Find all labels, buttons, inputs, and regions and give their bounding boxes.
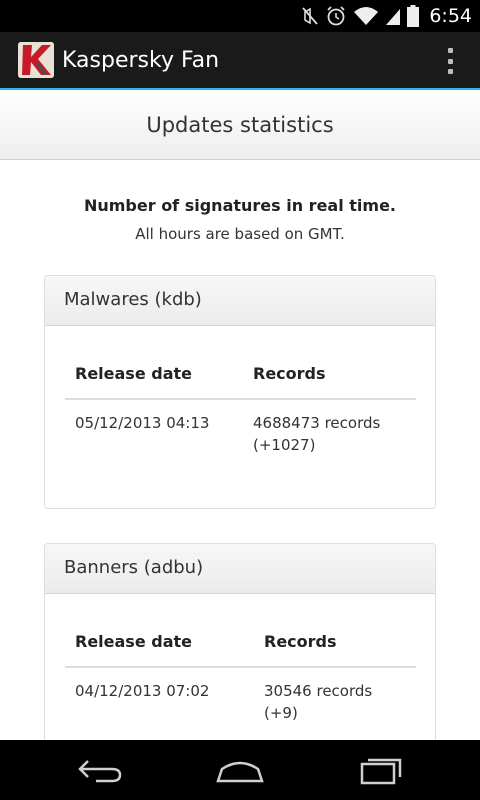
content-area[interactable]: Number of signatures in real time. All h… bbox=[0, 160, 480, 740]
records-delta: (+9) bbox=[264, 704, 298, 722]
column-header-records: Records bbox=[254, 632, 416, 668]
page-title: Updates statistics bbox=[0, 90, 480, 160]
home-icon[interactable] bbox=[214, 755, 266, 789]
table-header-row: Release date Records bbox=[65, 364, 416, 400]
table-row: 04/12/2013 07:02 30546 records (+9) bbox=[65, 667, 416, 724]
records-cell: 4688473 records (+1027) bbox=[243, 399, 416, 456]
back-icon[interactable] bbox=[76, 755, 124, 789]
kaspersky-logo-icon[interactable] bbox=[18, 42, 54, 78]
action-bar: Kaspersky Fan bbox=[0, 32, 480, 90]
navigation-bar bbox=[0, 740, 480, 800]
records-value: 4688473 records bbox=[253, 414, 381, 432]
signal-icon bbox=[386, 9, 401, 25]
records-cell: 30546 records (+9) bbox=[254, 667, 416, 724]
column-header-release-date: Release date bbox=[65, 364, 243, 400]
overflow-menu-icon[interactable] bbox=[438, 46, 462, 76]
status-time: 6:54 bbox=[429, 5, 472, 27]
panel-heading: Banners (adbu) bbox=[45, 544, 435, 594]
panel-banners: Banners (adbu) Release date Records 04/1… bbox=[44, 543, 436, 740]
stats-table: Release date Records 05/12/2013 04:13 46… bbox=[65, 364, 416, 456]
recent-apps-icon[interactable] bbox=[356, 755, 406, 789]
records-value: 30546 records bbox=[264, 682, 373, 700]
records-delta: (+1027) bbox=[253, 436, 316, 454]
status-bar: 6:54 bbox=[0, 0, 480, 32]
app-title: Kaspersky Fan bbox=[62, 48, 220, 73]
table-header-row: Release date Records bbox=[65, 632, 416, 668]
wifi-icon bbox=[354, 7, 379, 25]
status-icons: 6:54 bbox=[301, 0, 472, 32]
stats-table: Release date Records 04/12/2013 07:02 30… bbox=[65, 632, 416, 724]
panel-heading: Malwares (kdb) bbox=[45, 276, 435, 326]
column-header-records: Records bbox=[243, 364, 416, 400]
release-date-cell: 04/12/2013 07:02 bbox=[75, 682, 210, 700]
intro-subtitle: All hours are based on GMT. bbox=[135, 225, 345, 243]
panel-malwares: Malwares (kdb) Release date Records 05/1… bbox=[44, 275, 436, 509]
intro-title: Number of signatures in real time. bbox=[83, 196, 397, 215]
battery-icon bbox=[407, 5, 420, 27]
release-date-cell: 05/12/2013 04:13 bbox=[75, 414, 210, 432]
column-header-release-date: Release date bbox=[65, 632, 254, 668]
table-row: 05/12/2013 04:13 4688473 records (+1027) bbox=[65, 399, 416, 456]
mute-icon bbox=[302, 7, 319, 25]
alarm-icon bbox=[327, 6, 345, 26]
